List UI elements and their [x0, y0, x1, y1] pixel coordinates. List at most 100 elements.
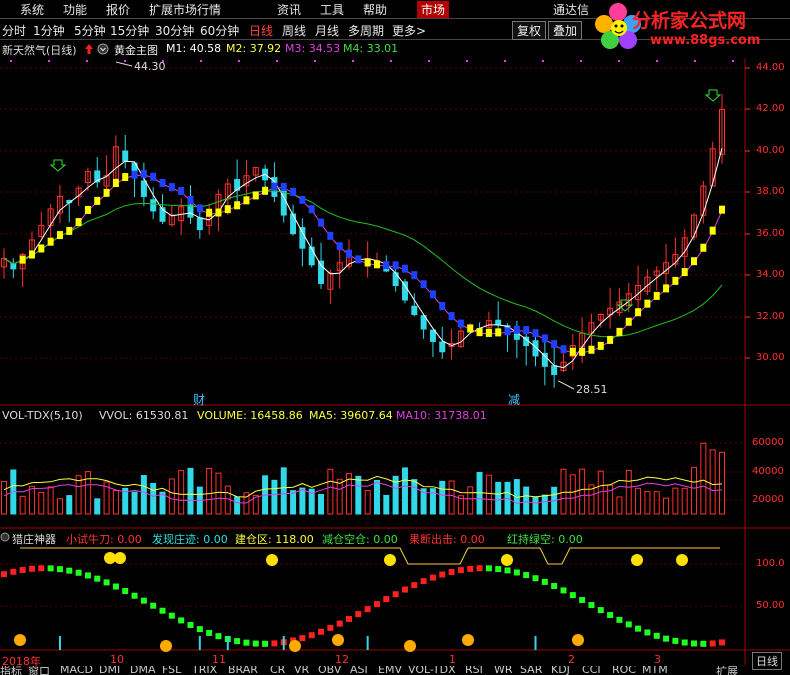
trend-block	[19, 255, 26, 264]
volume-bar	[327, 468, 334, 515]
volume-bar	[439, 480, 446, 515]
ind-step	[271, 640, 278, 647]
ind-step	[663, 635, 670, 642]
trend-block	[131, 170, 138, 179]
ind-step	[607, 612, 614, 619]
ind-step	[122, 587, 129, 594]
volume-bar	[318, 494, 325, 515]
tab-roc[interactable]: ROC	[612, 666, 636, 675]
trend-block	[709, 226, 716, 235]
candle-body	[122, 150, 129, 162]
tab-kdj[interactable]: KDJ	[551, 666, 570, 675]
marker-cai: 财	[193, 393, 206, 407]
volume-bar	[523, 486, 530, 515]
trend-block	[476, 328, 483, 337]
tab-macd[interactable]: MACD	[60, 666, 93, 675]
volume-bar	[644, 491, 651, 515]
tab-indicator[interactable]: 指标	[0, 666, 22, 675]
tab-extend[interactable]: 扩展	[716, 666, 738, 675]
tab-obv[interactable]: OBV	[318, 666, 341, 675]
down-arrow-icon	[704, 89, 722, 102]
ind-step	[47, 565, 54, 572]
trend-block	[579, 347, 586, 356]
ind-stick	[58, 636, 61, 650]
ind-step	[448, 569, 455, 576]
trend-block	[196, 204, 203, 213]
volume-bar	[150, 482, 157, 515]
chart-canvas[interactable]	[0, 0, 790, 675]
trend-block	[663, 284, 670, 293]
marker-dot	[656, 60, 658, 62]
trend-block	[262, 186, 269, 195]
trend-block	[411, 271, 418, 280]
marker-dot	[48, 60, 50, 62]
trend-block	[644, 299, 651, 308]
ind-step	[504, 567, 511, 574]
marker-dot	[390, 60, 392, 62]
volume-bar	[168, 478, 175, 515]
ind-step	[439, 571, 446, 578]
volume-bar	[635, 487, 642, 515]
tab-vr[interactable]: VR	[294, 666, 309, 675]
down-arrow-icon	[49, 159, 67, 172]
trend-block	[103, 188, 110, 197]
trend-block	[38, 244, 45, 253]
date-label: 2	[568, 653, 575, 666]
tab-trix[interactable]: TRIX	[192, 666, 217, 675]
ind-step	[691, 640, 698, 647]
tab-emv[interactable]: EMV	[378, 666, 402, 675]
tab-asi[interactable]: ASI	[350, 666, 368, 675]
ind-step	[625, 621, 632, 628]
tab-fsl[interactable]: FSL	[162, 666, 181, 675]
ind-step	[56, 566, 63, 573]
volume-bar	[187, 467, 194, 515]
ind-step	[551, 582, 558, 589]
tab-window[interactable]: 窗口	[28, 666, 50, 675]
volume-bar	[215, 472, 222, 515]
trend-block	[318, 218, 325, 227]
high-pointer	[115, 61, 133, 67]
tab-cr[interactable]: CR	[270, 666, 285, 675]
trend-block	[84, 205, 91, 214]
ind-step	[579, 597, 586, 604]
tab-vol-tdx[interactable]: VOL-TDX	[408, 666, 456, 675]
trend-block	[373, 260, 380, 269]
volume-bar	[56, 498, 63, 515]
tab-dma[interactable]: DMA	[130, 666, 156, 675]
tab-sar[interactable]: SAR	[520, 666, 542, 675]
ind-step	[719, 639, 725, 646]
tab-rsi[interactable]: RSI	[465, 666, 483, 675]
tab-dmi[interactable]: DMI	[99, 666, 120, 675]
volume-bar	[336, 478, 343, 515]
volume-bar	[681, 487, 688, 515]
volume-bar	[532, 496, 539, 515]
candle-body	[196, 217, 203, 231]
ind-step	[159, 607, 166, 614]
ind-step	[383, 596, 390, 603]
trend-block	[327, 231, 334, 240]
ind-step	[1, 571, 7, 578]
trend-block	[672, 276, 679, 285]
ind-step	[131, 592, 138, 599]
face-icon	[572, 634, 584, 646]
ind-step	[94, 575, 101, 582]
tab-mtm[interactable]: MTM	[642, 666, 668, 675]
ma-line-magenta	[3, 174, 723, 354]
smiley-icon	[631, 554, 643, 566]
price-tick: 40.00	[756, 145, 785, 156]
volume-bar	[271, 479, 278, 515]
marker-jian: 减	[508, 393, 521, 407]
ind-step	[681, 639, 688, 646]
ind-step	[243, 639, 250, 646]
price-tick: 44.00	[756, 62, 785, 73]
ind-step	[308, 632, 315, 639]
ind-step	[10, 568, 17, 575]
tab-wr[interactable]: WR	[494, 666, 513, 675]
ind-stick	[282, 636, 285, 650]
tab-cci[interactable]: CCI	[582, 666, 601, 675]
volume-bar	[19, 495, 26, 515]
ind-step	[318, 628, 325, 635]
volume-bar	[401, 467, 408, 515]
tab-brar[interactable]: BRAR	[228, 666, 258, 675]
trend-block	[653, 291, 660, 300]
